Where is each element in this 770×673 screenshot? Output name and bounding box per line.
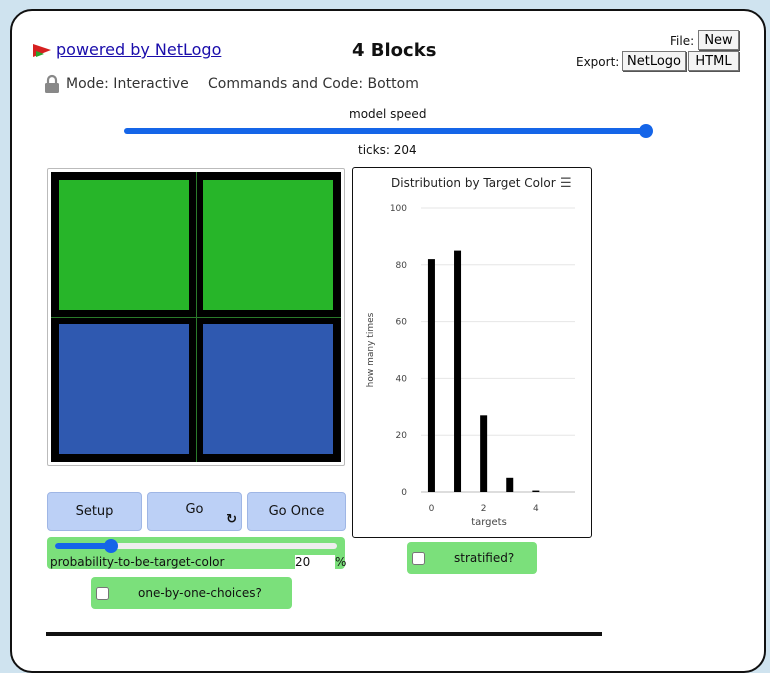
model-speed-label: model speed (349, 107, 427, 121)
y-tick-label: 0 (401, 488, 407, 498)
commands-code-position[interactable]: Commands and Code: Bottom (208, 76, 419, 92)
lock-icon (45, 74, 59, 93)
y-tick-label: 100 (390, 204, 407, 214)
probability-slider-unit: % (335, 555, 347, 569)
go-label: Go (185, 502, 204, 517)
command-center-edge (46, 632, 602, 636)
one-by-one-switch[interactable]: one-by-one-choices? (91, 577, 292, 609)
probability-slider-value[interactable]: 20 (295, 555, 335, 569)
probability-slider[interactable]: probability-to-be-target-color 20 % (47, 537, 347, 569)
model-title: 4 Blocks (352, 40, 437, 61)
y-tick-label: 40 (396, 374, 408, 384)
go-once-button[interactable]: Go Once (247, 492, 346, 531)
plot-chart: 0 20 40 60 80 100 0 2 4 targets how many times (366, 204, 575, 528)
world-canvas (51, 172, 341, 462)
block-top-right (203, 180, 333, 310)
probability-slider-track[interactable] (55, 539, 337, 553)
block-top-left (59, 180, 189, 310)
one-by-one-label: one-by-one-choices? (138, 586, 262, 600)
probability-slider-thumb[interactable] (104, 539, 119, 553)
probability-slider-name: probability-to-be-target-color (50, 555, 225, 569)
stratified-checkbox[interactable] (412, 552, 425, 565)
netlogo-logo-icon (33, 43, 51, 57)
ticks-counter: ticks: 204 (358, 143, 417, 157)
powered-by-netlogo-link[interactable]: powered by NetLogo (32, 40, 221, 59)
model-speed-slider[interactable] (124, 128, 646, 134)
setup-button[interactable]: Setup (47, 492, 142, 531)
probability-slider-fill (55, 543, 112, 549)
model-speed-thumb[interactable] (639, 124, 653, 138)
x-tick-label: 0 (429, 504, 435, 514)
histogram-bar (506, 477, 514, 492)
file-label: File: (670, 34, 695, 48)
mode-indicator[interactable]: Mode: Interactive (44, 74, 189, 94)
mode-label: Mode: Interactive (66, 76, 189, 92)
histogram-bar (427, 259, 435, 492)
distribution-plot: Distribution by Target Color ☰ 0 20 40 60 80… (352, 167, 592, 538)
y-tick-label: 80 (396, 261, 408, 271)
histogram-bar (454, 250, 462, 492)
powered-by-label[interactable]: powered by NetLogo (56, 40, 221, 59)
export-netlogo-button[interactable]: NetLogo (622, 51, 686, 71)
stratified-label: stratified? (454, 551, 515, 565)
histogram-bar (532, 490, 540, 492)
go-button[interactable]: Go ↻ (147, 492, 242, 531)
world-grid-line-horizontal (51, 317, 341, 318)
y-axis-label: how many times (366, 312, 376, 387)
block-bottom-right (203, 324, 333, 454)
export-html-button[interactable]: HTML (688, 51, 739, 71)
y-tick-label: 60 (396, 318, 408, 328)
x-axis-label: targets (471, 517, 507, 528)
stratified-switch[interactable]: stratified? (407, 542, 537, 574)
forever-icon: ↻ (226, 512, 237, 527)
one-by-one-checkbox[interactable] (96, 587, 109, 600)
world-view[interactable] (47, 168, 345, 466)
new-button[interactable]: New (698, 30, 739, 50)
x-tick-label: 4 (533, 504, 539, 514)
block-bottom-left (59, 324, 189, 454)
histogram-bar (480, 415, 488, 492)
y-tick-label: 20 (396, 431, 408, 441)
export-label: Export: (576, 55, 620, 69)
x-tick-label: 2 (481, 504, 487, 514)
